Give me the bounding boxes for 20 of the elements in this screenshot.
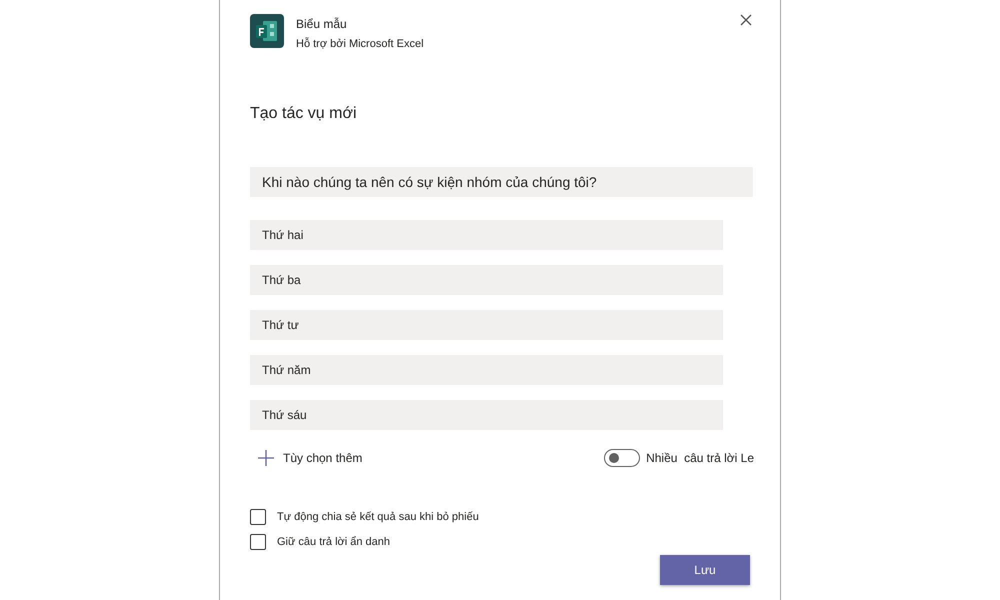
app-name: Biểu mẫu [296,17,348,31]
toggle-switch[interactable] [604,449,640,467]
save-button[interactable]: Lưu [660,555,750,585]
close-icon[interactable] [740,14,752,26]
add-option-button[interactable]: Tùy chọn thêm [250,450,362,466]
option-field[interactable]: Thứ hai [250,220,723,250]
app-subtitle: Hỗ trợ bởi Microsoft Excel [296,38,424,50]
option-field[interactable]: Thứ tư [250,310,723,340]
checkbox-label: Tự động chia sẻ kết quả sau khi bỏ phiếu [277,511,479,523]
toggle-label: Nhiều câu trả lời Le [646,451,754,465]
plus-icon [258,450,274,466]
checkbox-label: Giữ câu trả lời ẩn danh [277,536,390,548]
option-field[interactable]: Thứ sáu [250,400,723,430]
option-field[interactable]: Thứ năm [250,355,723,385]
checkbox[interactable] [250,509,266,525]
checkbox[interactable] [250,534,266,550]
dialog-heading: Tạo tác vụ mới [250,105,358,123]
option-field[interactable]: Thứ ba [250,265,723,295]
question-field[interactable]: Khi nào chúng ta nên có sự kiện nhóm của chúng tôi? [250,167,753,197]
forms-app-icon [250,14,284,48]
